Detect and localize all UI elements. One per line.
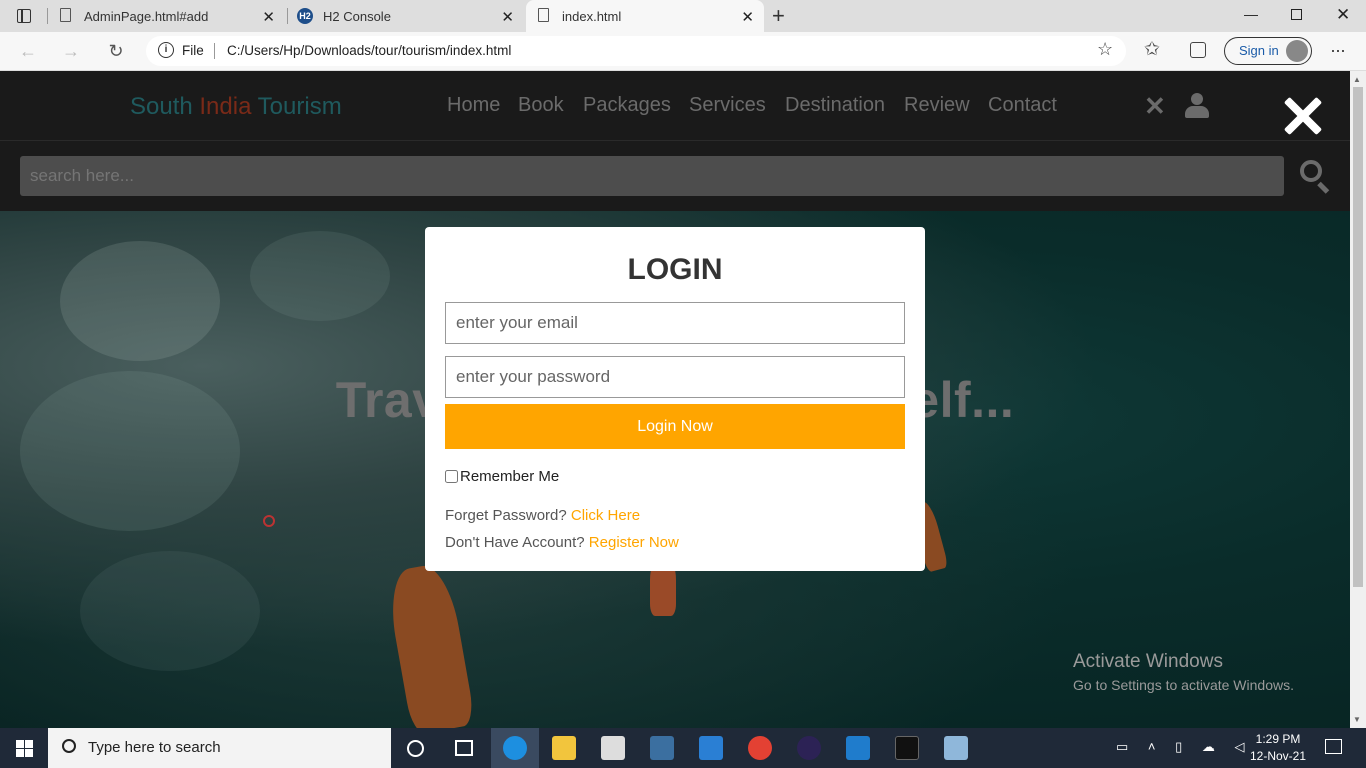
address-scheme: File <box>182 43 204 58</box>
page-icon <box>60 8 71 22</box>
more-menu-icon[interactable]: ··· <box>1330 40 1346 61</box>
close-icon[interactable]: ✕ <box>262 8 275 26</box>
login-title: LOGIN <box>627 253 723 286</box>
clock-date: 12-Nov-21 <box>1250 749 1307 763</box>
page-icon <box>538 8 549 22</box>
nav-review[interactable]: Review <box>904 94 970 117</box>
back-button[interactable]: ← <box>17 40 39 62</box>
windows-start-icon[interactable] <box>16 740 33 757</box>
address-bar[interactable]: i File C:/Users/Hp/Downloads/tour/touris… <box>146 36 1126 66</box>
notification-area-icons[interactable]: ▭ ˄ ▯ ☁ ◁ <box>1116 739 1252 755</box>
terminal-icon[interactable] <box>895 736 919 760</box>
forgot-password-text: Forget Password? <box>445 507 571 524</box>
new-tab-button[interactable]: + <box>772 3 785 29</box>
nav-book[interactable]: Book <box>518 94 564 117</box>
address-url[interactable]: C:/Users/Hp/Downloads/tour/tourism/index… <box>227 43 511 58</box>
close-login-icon[interactable] <box>1283 97 1321 135</box>
favorites-icon[interactable]: ✩ <box>1144 38 1160 61</box>
restore-button[interactable] <box>1291 9 1302 20</box>
tab-actions-icon[interactable] <box>17 9 31 23</box>
remember-me-checkbox[interactable] <box>445 470 458 483</box>
user-icon[interactable] <box>1185 93 1209 119</box>
login-form: LOGIN Login Now Remember Me Forget Passw… <box>425 227 925 571</box>
remember-me-row: Remember Me <box>445 468 559 485</box>
logo-part-2: India <box>199 93 258 120</box>
site-header: South India Tourism Home Book Packages S… <box>0 71 1350 141</box>
cortana-icon[interactable] <box>407 740 424 757</box>
no-account-text: Don't Have Account? <box>445 534 589 551</box>
buoy-icon <box>263 515 275 527</box>
search-input[interactable] <box>20 156 1284 196</box>
taskbar-search-placeholder: Type here to search <box>88 739 221 756</box>
chrome-icon[interactable] <box>748 736 772 760</box>
forgot-password-link[interactable]: Click Here <box>571 507 640 524</box>
mail-icon[interactable] <box>699 736 723 760</box>
sign-in-button[interactable]: Sign in <box>1224 37 1312 65</box>
avatar <box>1286 40 1308 62</box>
address-bar-row: ← → ↻ i File C:/Users/Hp/Downloads/tour/… <box>0 32 1366 71</box>
tab-label: AdminPage.html#add <box>84 8 209 24</box>
logo-part-1: South <box>130 93 200 120</box>
task-view-icon[interactable] <box>455 740 473 756</box>
password-field[interactable] <box>445 356 905 398</box>
h2-icon: H2 <box>297 8 313 24</box>
add-favorite-icon[interactable]: ☆ <box>1097 39 1113 60</box>
tab-h2-console[interactable]: H2 H2 Console ✕ <box>289 0 524 32</box>
taskbar-clock[interactable]: 1:29 PM 12-Nov-21 <box>1250 731 1306 765</box>
sign-in-label: Sign in <box>1239 43 1279 58</box>
taskbar: Type here to search ▭ ˄ ▯ ☁ ◁ 1:29 PM 12… <box>0 728 1366 768</box>
forward-button[interactable]: → <box>60 40 82 62</box>
email-field[interactable] <box>445 302 905 344</box>
refresh-button[interactable]: ↻ <box>105 40 127 62</box>
clock-time: 1:29 PM <box>1255 732 1301 746</box>
taskbar-search-input[interactable]: Type here to search <box>48 728 391 768</box>
nav-home[interactable]: Home <box>447 94 500 117</box>
info-icon[interactable]: i <box>158 42 174 58</box>
browser-tab-bar: AdminPage.html#add ✕ H2 H2 Console ✕ ind… <box>0 0 1366 32</box>
search-icon <box>62 739 76 753</box>
tab-label: index.html <box>562 8 622 24</box>
tab-adminpage[interactable]: AdminPage.html#add ✕ <box>50 0 285 32</box>
close-icon[interactable]: ✕ <box>741 8 754 26</box>
logo-part-3: Tourism <box>257 93 342 120</box>
tab-label: H2 Console <box>323 8 391 24</box>
minimize-button[interactable]: — <box>1244 6 1258 22</box>
store-icon[interactable] <box>601 736 625 760</box>
page-scrollbar[interactable]: ▲ ▼ <box>1350 71 1366 728</box>
register-link[interactable]: Register Now <box>589 534 679 551</box>
register-line: Don't Have Account? Register Now <box>445 534 679 551</box>
close-icon[interactable]: ✕ <box>501 8 514 26</box>
vscode-icon[interactable] <box>846 736 870 760</box>
tab-index[interactable]: index.html ✕ <box>526 0 764 32</box>
nav-packages[interactable]: Packages <box>583 94 671 117</box>
image-viewer-icon[interactable] <box>944 736 968 760</box>
edge-icon[interactable] <box>503 736 527 760</box>
site-logo[interactable]: South India Tourism <box>130 93 342 121</box>
login-button[interactable]: Login Now <box>445 404 905 449</box>
nav-contact[interactable]: Contact <box>988 94 1057 117</box>
nav-services[interactable]: Services <box>689 94 766 117</box>
eclipse-icon[interactable] <box>797 736 821 760</box>
close-search-icon[interactable]: ✕ <box>1144 91 1166 122</box>
scrollbar-thumb[interactable] <box>1353 87 1363 587</box>
forgot-password-line: Forget Password? Click Here <box>445 507 640 524</box>
collections-icon[interactable] <box>1190 42 1206 58</box>
mysql-workbench-icon[interactable] <box>650 736 674 760</box>
activation-watermark-title: Activate Windows <box>1073 651 1223 672</box>
search-bar-row <box>0 141 1350 211</box>
nav-destination[interactable]: Destination <box>785 94 885 117</box>
remember-me-label: Remember Me <box>460 468 560 485</box>
boat-image <box>384 561 476 728</box>
file-explorer-icon[interactable] <box>552 736 576 760</box>
notifications-icon[interactable] <box>1325 739 1342 754</box>
activation-watermark-text: Go to Settings to activate Windows. <box>1073 677 1294 693</box>
search-icon[interactable] <box>1300 160 1330 194</box>
close-window-button[interactable]: ✕ <box>1336 5 1350 25</box>
